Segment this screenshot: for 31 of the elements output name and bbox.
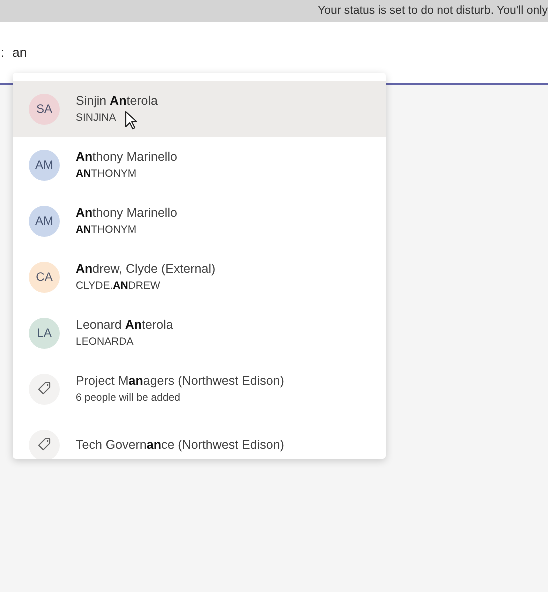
avatar: SA	[29, 94, 60, 124]
suggestion-name: Anthony Marinello	[76, 206, 178, 220]
suggestion-item[interactable]: Tech Governance (Northwest Edison)	[13, 417, 386, 459]
suggestion-detail: ANTHONYM	[76, 168, 137, 180]
avatar: AM	[29, 206, 60, 236]
suggestion-detail: 6 people will be added	[76, 392, 180, 404]
recipient-input[interactable]: an	[12, 45, 28, 60]
suggestion-name: Leonard Anterola	[76, 318, 174, 332]
status-message: Your status is set to do not disturb. You'll only	[318, 5, 548, 17]
field-label: :	[1, 45, 5, 60]
tag-icon	[29, 430, 60, 459]
suggestion-name: Anthony Marinello	[76, 150, 178, 164]
suggestion-item[interactable]: SA Sinjin Anterola SINJINA	[13, 81, 386, 137]
suggestion-item[interactable]: LA Leonard Anterola LEONARDA	[13, 305, 386, 361]
suggestion-detail: ANTHONYM	[76, 224, 137, 236]
suggestion-item[interactable]: AM Anthony Marinello ANTHONYM	[13, 137, 386, 193]
suggestion-item[interactable]: CA Andrew, Clyde (External) CLYDE.ANDREW	[13, 249, 386, 305]
suggestion-name: Tech Governance (Northwest Edison)	[76, 438, 284, 452]
avatar: AM	[29, 150, 60, 180]
suggestion-detail: LEONARDA	[76, 336, 134, 348]
cursor-icon	[125, 111, 138, 130]
avatar: CA	[29, 262, 60, 292]
suggestion-name: Andrew, Clyde (External)	[76, 262, 216, 276]
suggestion-item[interactable]: AM Anthony Marinello ANTHONYM	[13, 193, 386, 249]
suggestion-detail: SINJINA	[76, 112, 116, 124]
avatar: LA	[29, 318, 60, 348]
suggestion-name: Sinjin Anterola	[76, 94, 158, 108]
tag-icon	[29, 374, 60, 404]
suggestion-name: Project Managers (Northwest Edison)	[76, 374, 284, 388]
suggestion-item[interactable]: Project Managers (Northwest Edison) 6 people will be added	[13, 361, 386, 417]
suggestion-detail: CLYDE.ANDREW	[76, 280, 160, 292]
